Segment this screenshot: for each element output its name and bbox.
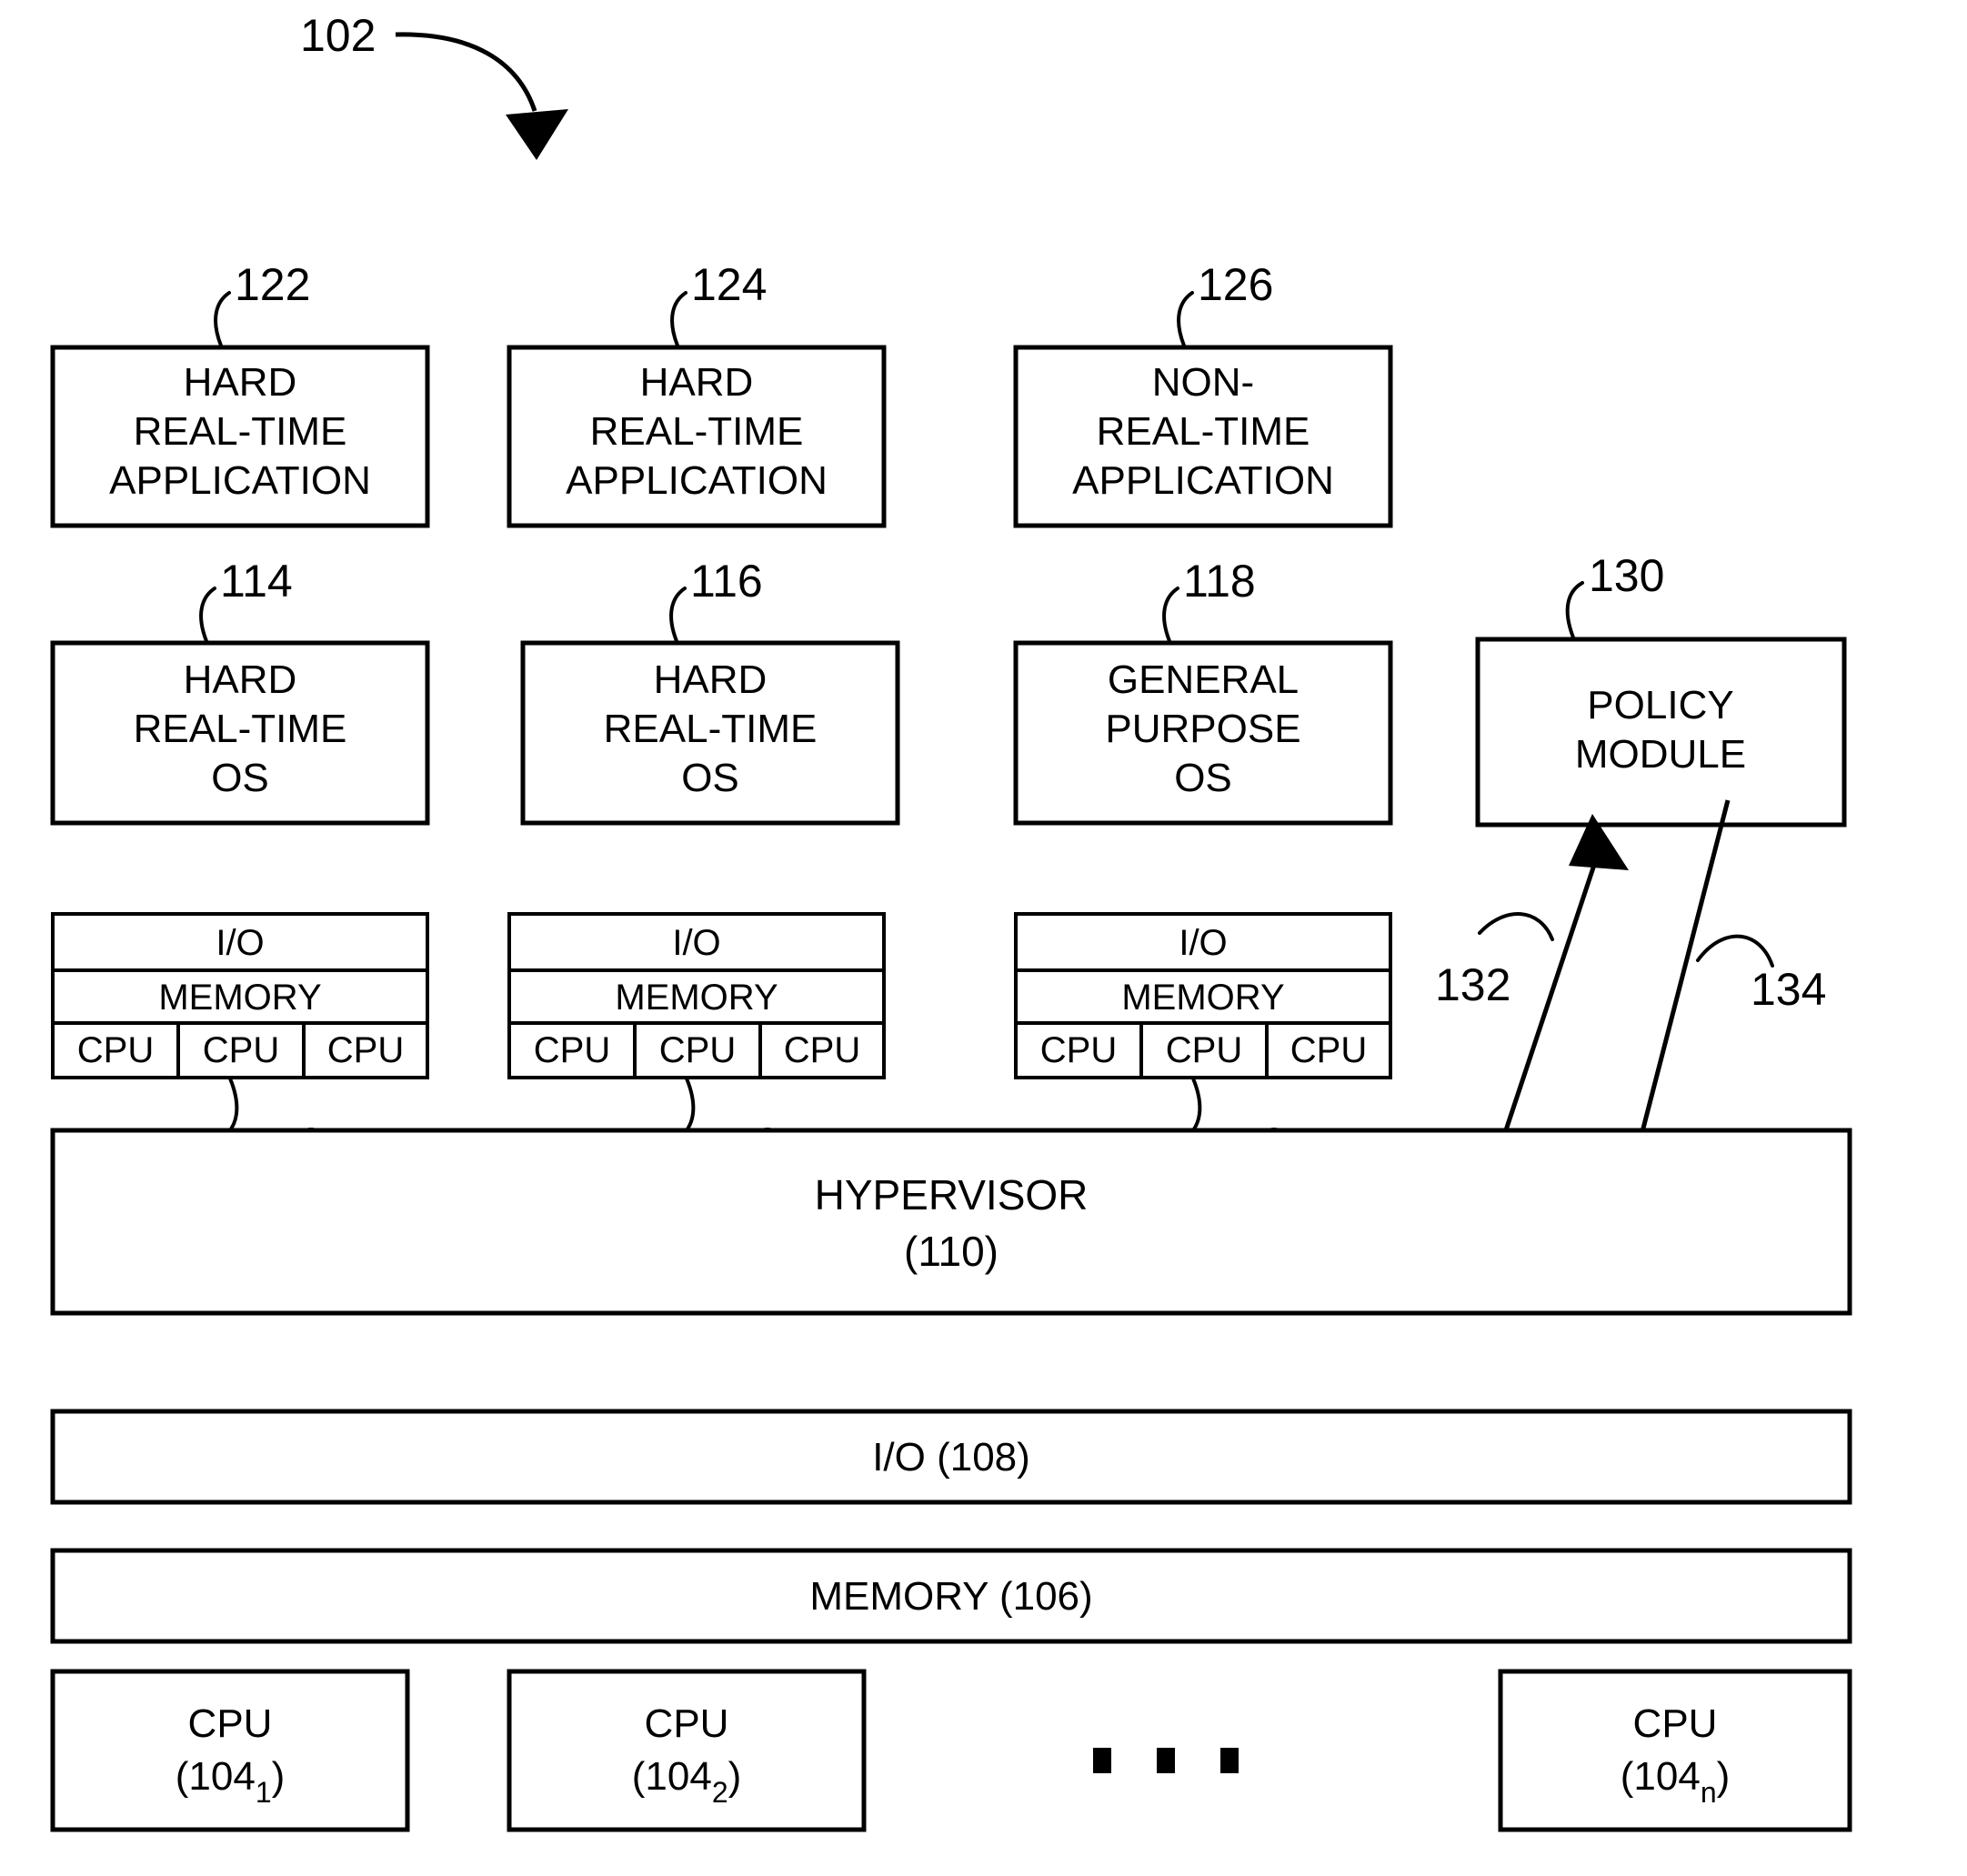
os-ref-1-label: 114 <box>220 556 293 607</box>
physical-cpu-n: CPU (104n) <box>1498 1669 1852 1832</box>
cpu-row-ellipsis <box>1093 1748 1239 1773</box>
virtual-machine-3-cpu-1-label: CPU <box>1040 1030 1117 1070</box>
system-ref-callout <box>395 32 568 160</box>
application-box-1-line1: HARD <box>184 360 297 405</box>
application-box-3: 126 NON- REAL-TIME APPLICATION <box>1013 259 1393 528</box>
policy-arrow-132-ref-label: 132 <box>1435 959 1510 1010</box>
physical-cpu-1-suffix: ) <box>272 1754 286 1799</box>
os-box-3-line3: OS <box>1174 756 1232 800</box>
virtual-machine-3-io-label: I/O <box>1179 923 1227 963</box>
virtual-machine-1-cpu-1-label: CPU <box>77 1030 154 1070</box>
hypervisor-line1: HYPERVISOR <box>815 1171 1089 1219</box>
application-box-2-line3: APPLICATION <box>566 458 828 503</box>
hypervisor-box: HYPERVISOR (110) <box>50 1128 1852 1316</box>
virtual-machine-2-io-label: I/O <box>672 923 720 963</box>
virtual-machine-3-cpu-2-label: CPU <box>1166 1030 1242 1070</box>
memory-bar-label: MEMORY (106) <box>809 1574 1092 1619</box>
application-ref-2-leader <box>670 291 687 347</box>
physical-cpu-1-line1: CPU <box>188 1701 273 1746</box>
virtual-machine-1-io-label: I/O <box>216 923 264 963</box>
virtual-machine-1-cpu-3-label: CPU <box>327 1030 404 1070</box>
os-box-1: 114 HARD REAL-TIME OS <box>50 556 430 826</box>
physical-cpu-1: CPU (1041) <box>50 1669 410 1832</box>
policy-module-ref-label: 130 <box>1589 550 1664 601</box>
os-box-2: 116 HARD REAL-TIME OS <box>520 556 900 826</box>
os-ref-2-label: 116 <box>690 556 763 607</box>
application-box-1-line3: APPLICATION <box>109 458 371 503</box>
ellipsis-dot-1 <box>1093 1748 1111 1773</box>
os-box-3-line1: GENERAL <box>1108 657 1299 702</box>
ellipsis-dot-3 <box>1220 1748 1239 1773</box>
hypervisor-rect <box>50 1128 1852 1316</box>
physical-cpu-n-sub: n <box>1701 1776 1717 1809</box>
os-box-1-line1: HARD <box>184 657 297 702</box>
os-box-3-line2: PURPOSE <box>1105 707 1300 751</box>
application-box-3-line1: NON- <box>1152 360 1254 405</box>
policy-module-box: 130 POLICY MODULE <box>1475 550 1847 828</box>
system-ref-leader-line <box>395 32 537 112</box>
virtual-machine-2-cpu-2-label: CPU <box>659 1030 736 1070</box>
virtual-machine-1-cpu-2-label: CPU <box>203 1030 279 1070</box>
physical-cpu-2-rect <box>507 1669 867 1832</box>
physical-cpu-n-suffix: ) <box>1717 1754 1731 1799</box>
virtual-machine-3-cpu-3-label: CPU <box>1290 1030 1367 1070</box>
os-ref-3-label: 118 <box>1183 556 1256 607</box>
os-box-2-line3: OS <box>681 756 739 800</box>
physical-cpu-2-line1: CPU <box>645 1701 729 1746</box>
application-box-1: 122 HARD REAL-TIME APPLICATION <box>50 259 430 528</box>
os-box-2-line2: REAL-TIME <box>604 707 818 751</box>
physical-cpu-2: CPU (1042) <box>507 1669 867 1832</box>
application-ref-1-leader <box>214 291 231 347</box>
application-ref-3-label: 126 <box>1198 259 1273 310</box>
policy-module-line2: MODULE <box>1575 732 1746 777</box>
virtual-machine-2-memory-label: MEMORY <box>615 978 778 1018</box>
physical-cpu-n-line1: CPU <box>1633 1701 1718 1746</box>
hypervisor-line2: (110) <box>904 1228 999 1275</box>
application-box-2-line1: HARD <box>640 360 754 405</box>
policy-arrow-down-134-line <box>1628 799 1731 1179</box>
application-ref-1-label: 122 <box>235 259 310 310</box>
policy-module-ref-leader <box>1565 581 1584 639</box>
policy-arrow-132-ref-leader <box>1478 912 1554 941</box>
application-ref-2-label: 124 <box>691 259 767 310</box>
application-box-2: 124 HARD REAL-TIME APPLICATION <box>507 259 887 528</box>
io-bar: I/O (108) <box>50 1409 1852 1505</box>
physical-cpu-n-prefix: (104 <box>1621 1754 1701 1799</box>
ellipsis-dot-2 <box>1157 1748 1175 1773</box>
patent-figure: 102 122 HARD REAL-TIME APPLICATION 124 H… <box>0 0 1967 1876</box>
physical-cpu-n-rect <box>1498 1669 1852 1832</box>
os-box-3: 118 GENERAL PURPOSE OS <box>1013 556 1393 826</box>
policy-arrow-134-ref-label: 134 <box>1751 964 1826 1015</box>
application-box-1-line2: REAL-TIME <box>134 409 347 454</box>
os-box-2-line1: HARD <box>654 657 768 702</box>
os-box-1-line2: REAL-TIME <box>134 707 347 751</box>
policy-arrow-134-ref-leader <box>1696 934 1774 968</box>
system-ref-label: 102 <box>300 10 376 61</box>
physical-cpu-2-suffix: ) <box>728 1754 742 1799</box>
memory-bar: MEMORY (106) <box>50 1548 1852 1644</box>
io-bar-label: I/O (108) <box>872 1435 1030 1480</box>
diagram-canvas: 102 122 HARD REAL-TIME APPLICATION 124 H… <box>50 10 1852 1832</box>
os-ref-2-leader <box>669 587 687 643</box>
physical-cpu-2-sub: 2 <box>712 1776 728 1809</box>
application-ref-3-leader <box>1177 291 1194 347</box>
os-ref-1-leader <box>199 587 216 643</box>
virtual-machine-2-cpu-1-label: CPU <box>534 1030 610 1070</box>
application-box-2-line2: REAL-TIME <box>590 409 804 454</box>
application-box-3-line3: APPLICATION <box>1072 458 1334 503</box>
application-box-3-line2: REAL-TIME <box>1097 409 1310 454</box>
virtual-machine-2-cpu-3-label: CPU <box>784 1030 860 1070</box>
physical-cpu-2-prefix: (104 <box>632 1754 712 1799</box>
os-ref-3-leader <box>1162 587 1179 643</box>
virtual-machine-3-memory-label: MEMORY <box>1121 978 1284 1018</box>
virtual-machine-1-memory-label: MEMORY <box>158 978 321 1018</box>
physical-cpu-1-rect <box>50 1669 410 1832</box>
system-ref-arrowhead <box>506 109 568 160</box>
os-box-1-line3: OS <box>211 756 269 800</box>
policy-module-line1: POLICY <box>1587 683 1733 727</box>
physical-cpu-1-sub: 1 <box>256 1776 272 1809</box>
physical-cpu-1-prefix: (104 <box>176 1754 256 1799</box>
